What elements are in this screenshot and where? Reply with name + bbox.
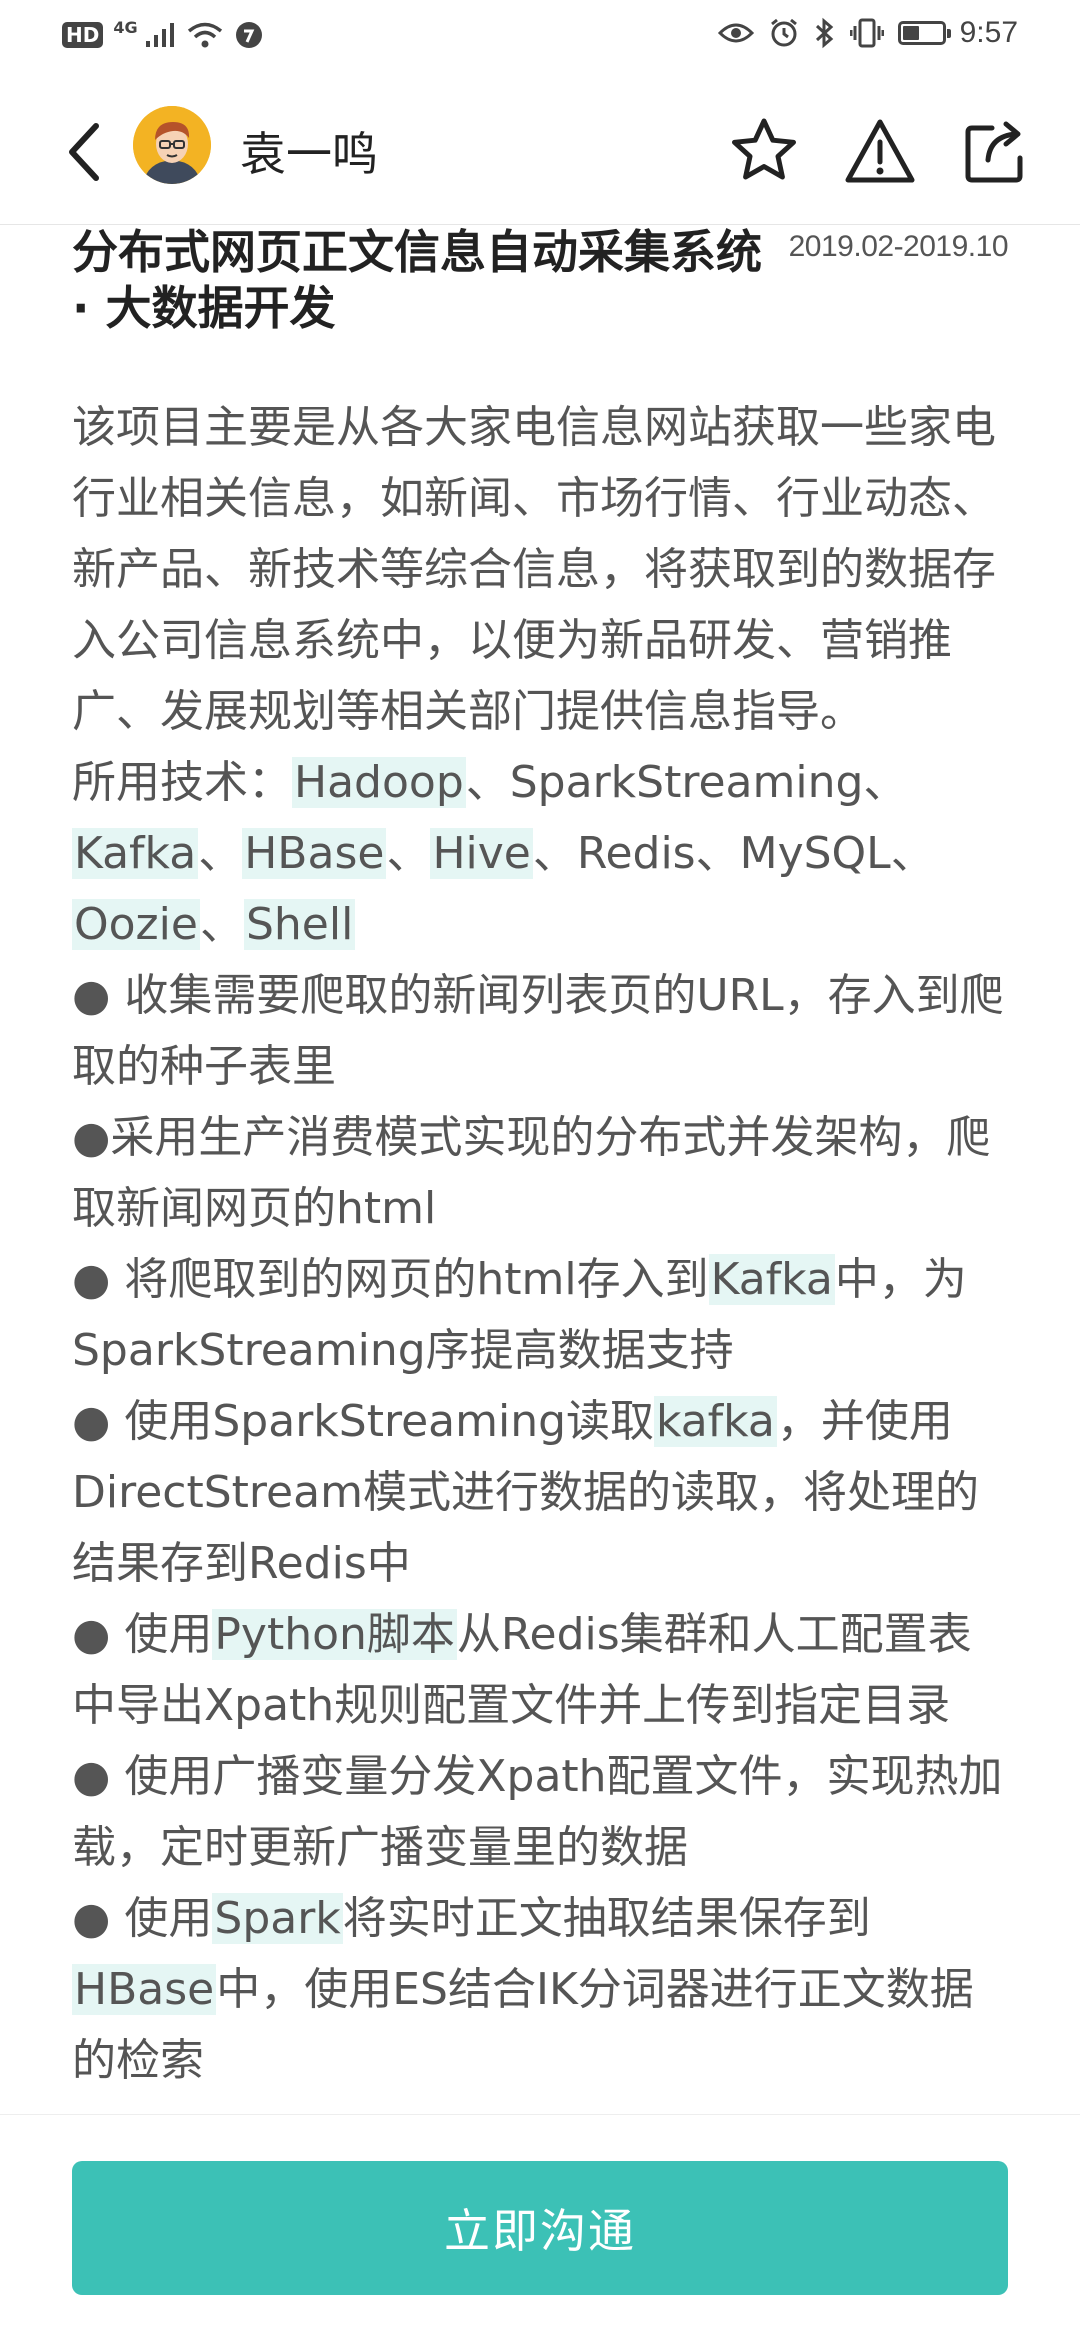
vibrate-icon xyxy=(849,18,884,48)
tech-tag: Shell xyxy=(243,899,356,950)
bullet-item: ● 收集需要爬取的新闻列表页的URL，存入到爬取的种子表里 xyxy=(72,960,1008,1102)
alarm-icon xyxy=(770,18,797,47)
highlighted-keyword: kafka xyxy=(654,1396,777,1447)
bullet-text: 将实时正文抽取结果保存到 xyxy=(342,1893,871,1944)
bullet-item: ● 使用SparkStreaming读取kafka，并使用DirectStrea… xyxy=(72,1386,1008,1599)
star-icon xyxy=(732,118,796,180)
tech-separator: 、 xyxy=(199,899,244,950)
tech-prefix: 所用技术： xyxy=(72,757,292,808)
avatar-illustration xyxy=(133,106,211,184)
tech-tag: Redis xyxy=(576,828,696,879)
clock: 9:57 xyxy=(959,16,1018,49)
tech-separator: 、 xyxy=(198,828,243,879)
bullet-item: ●采用生产消费模式实现的分布式并发架构，爬取新闻网页的html xyxy=(72,1102,1008,1244)
bullet-text: ●采用生产消费模式实现的分布式并发架构，爬取新闻网页的html xyxy=(72,1112,991,1234)
highlighted-keyword: Kafka xyxy=(708,1254,835,1305)
tech-separator: 、 xyxy=(695,828,740,879)
warning-icon xyxy=(845,119,915,183)
tech-tag: HBase xyxy=(242,828,387,879)
tech-tag: Hive xyxy=(430,828,533,879)
tech-separator: 、 xyxy=(465,757,510,808)
highlighted-keyword: HBase xyxy=(72,1964,217,2015)
eye-icon xyxy=(717,23,754,43)
bluetooth-icon xyxy=(815,17,833,49)
report-button[interactable] xyxy=(842,114,918,190)
bullet-text: ● 使用 xyxy=(72,1893,213,1944)
status-right: 9:57 xyxy=(717,16,1018,50)
highlighted-keyword: Spark xyxy=(212,1893,343,1944)
bullet-list: ● 收集需要爬取的新闻列表页的URL，存入到爬取的种子表里 ●采用生产消费模式实现… xyxy=(72,960,1008,2096)
bullet-text: ● 使用SparkStreaming读取 xyxy=(72,1396,655,1447)
tech-separator: 、 xyxy=(386,828,431,879)
tech-separator: 、 xyxy=(890,828,935,879)
network-type: 4G xyxy=(113,17,138,37)
tech-stack: 所用技术：Hadoop、SparkStreaming、Kafka、HBase、H… xyxy=(72,747,1008,960)
favorite-button[interactable] xyxy=(726,114,802,190)
bullet-item: ● 使用Python脚本从Redis集群和人工配置表中导出Xpath规则配置文件… xyxy=(72,1599,1008,1741)
project-detail[interactable]: 分布式网页正文信息自动采集系统 · 大数据开发 2019.02-2019.10 … xyxy=(0,224,1080,2114)
wifi-icon xyxy=(187,22,222,48)
bullet-item: ● 使用Spark将实时正文抽取结果保存到HBase中，使用ES结合IK分词器进… xyxy=(72,1883,1008,2096)
tech-separator: 、 xyxy=(863,757,908,808)
project-description: 该项目主要是从各大家电信息网站获取一些家电行业相关信息，如新闻、市场行情、行业动… xyxy=(72,392,1008,2096)
share-button[interactable] xyxy=(958,114,1034,190)
project-intro: 该项目主要是从各大家电信息网站获取一些家电行业相关信息，如新闻、市场行情、行业动… xyxy=(72,402,996,737)
avatar[interactable] xyxy=(133,106,211,184)
bullet-text: ● 收集需要爬取的新闻列表页的URL，存入到爬取的种子表里 xyxy=(72,970,1004,1092)
bottom-action-bar: 立即沟通 xyxy=(0,2114,1080,2341)
back-button[interactable] xyxy=(58,118,118,186)
tech-tag: Oozie xyxy=(72,899,200,950)
tech-tag: Kafka xyxy=(72,828,199,879)
tech-separator: 、 xyxy=(532,828,577,879)
chat-header: 袁一鸣 xyxy=(0,76,1080,225)
status-left: HD 4G xyxy=(62,17,264,50)
signal-icon xyxy=(145,23,174,47)
back-chevron-icon xyxy=(69,123,99,181)
highlighted-keyword: Python脚本 xyxy=(212,1609,457,1660)
tech-tag: MySQL xyxy=(739,828,891,879)
bullet-text: ● 使用广播变量分发Xpath配置文件，实现热加载，定时更新广播变量里的数据 xyxy=(72,1751,1003,1873)
bullet-item: ● 将爬取到的网页的html存入到Kafka中，为SparkStreaming序… xyxy=(72,1244,1008,1386)
hd-badge: HD xyxy=(62,22,104,48)
bullet-text: ● 将爬取到的网页的html存入到 xyxy=(72,1254,709,1305)
status-bar: HD 4G 9:57 xyxy=(0,0,1080,76)
project-period: 2019.02-2019.10 xyxy=(788,230,1009,263)
data-saver-icon xyxy=(235,22,262,48)
bullet-text: ● 使用 xyxy=(72,1609,213,1660)
tech-tag: SparkStreaming xyxy=(509,757,864,808)
contact-name: 袁一鸣 xyxy=(240,127,378,181)
bullet-item: ● 使用广播变量分发Xpath配置文件，实现热加载，定时更新广播变量里的数据 xyxy=(72,1741,1008,1883)
tech-tag: Hadoop xyxy=(292,757,466,808)
share-icon xyxy=(965,121,1023,183)
battery-icon xyxy=(897,21,951,45)
project-title: 分布式网页正文信息自动采集系统 · 大数据开发 xyxy=(72,225,762,335)
contact-now-button[interactable]: 立即沟通 xyxy=(72,2161,1008,2295)
